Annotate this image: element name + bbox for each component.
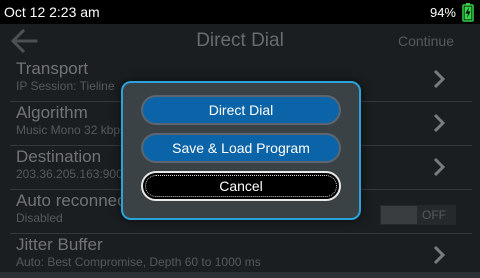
status-bar: Oct 12 2:23 am 94% — [0, 0, 480, 24]
direct-dial-button[interactable]: Direct Dial — [141, 95, 341, 125]
cancel-button[interactable]: Cancel — [141, 171, 341, 201]
action-dialog: Direct Dial Save & Load Program Cancel — [121, 81, 361, 220]
battery-charging-icon — [462, 3, 474, 22]
status-time: Oct 12 2:23 am — [4, 4, 100, 20]
save-load-program-button[interactable]: Save & Load Program — [141, 133, 341, 163]
battery-percentage: 94% — [429, 5, 456, 20]
